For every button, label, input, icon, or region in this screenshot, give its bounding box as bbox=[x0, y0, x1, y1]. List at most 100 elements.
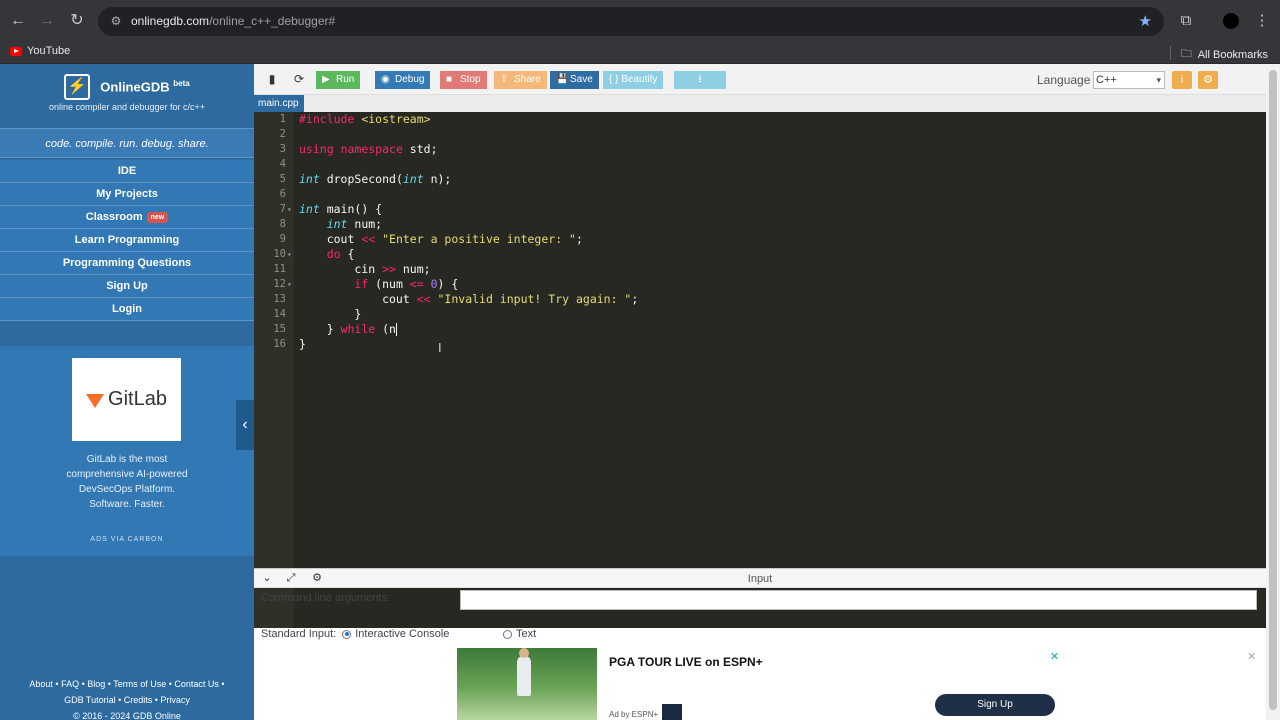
code-editor[interactable]: 1 #include <iostream> 2 3 using namespace … bbox=[254, 112, 1266, 628]
radio-interactive-label[interactable]: Interactive Console bbox=[355, 628, 449, 640]
language-select[interactable]: C++ ▾ bbox=[1093, 71, 1165, 89]
new-badge: new bbox=[146, 211, 169, 223]
share-button[interactable]: ⇪ Share bbox=[494, 71, 547, 89]
url-text: onlinegdb.com/online_c++_debugger# bbox=[131, 14, 336, 28]
stdin-options: Standard Input: Interactive Console bbox=[261, 628, 449, 640]
site-info-icon[interactable]: ⚙ bbox=[108, 13, 124, 29]
code-line: 1 #include <iostream> bbox=[279, 112, 431, 126]
info-icon[interactable]: i bbox=[1172, 71, 1192, 89]
download-icon: ⭳ bbox=[698, 74, 702, 85]
browser-toolbar: ← → ↻ ⚙ onlinegdb.com/online_c++_debugge… bbox=[0, 0, 1280, 42]
ad-dismiss-icon[interactable]: ✕ bbox=[1247, 650, 1256, 663]
beautify-button[interactable]: { } Beautify bbox=[603, 71, 664, 89]
new-file-icon[interactable]: ▮ bbox=[264, 71, 280, 87]
sidebar-item-learn-programming[interactable]: Learn Programming bbox=[0, 229, 254, 252]
all-bookmarks[interactable]: 🗀 All Bookmarks bbox=[1181, 45, 1268, 64]
forward-icon[interactable]: → bbox=[37, 11, 57, 31]
debug-icon: ◉ bbox=[381, 74, 390, 85]
ad-copy[interactable]: GitLab is the most comprehensive AI-powe… bbox=[60, 452, 194, 512]
play-icon: ▶ bbox=[322, 74, 330, 85]
sidebar-item-my-projects[interactable]: My Projects bbox=[0, 183, 254, 206]
ad-golfer-image[interactable] bbox=[457, 648, 597, 720]
panel-settings-gear-icon[interactable]: ⚙ bbox=[310, 571, 324, 585]
tagline: online compiler and debugger for c/c++ bbox=[48, 102, 206, 112]
sidebar-footer: About • FAQ • Blog • Terms of Use • Cont… bbox=[0, 676, 254, 720]
save-icon: 💾 bbox=[556, 74, 569, 85]
folder-icon: 🗀 bbox=[1180, 48, 1192, 60]
ad-sign-up-button[interactable]: Sign Up bbox=[935, 694, 1055, 716]
bookmarks-bar: YouTube 🗀 All Bookmarks bbox=[0, 42, 1280, 64]
sidebar-item-ide[interactable]: IDE bbox=[0, 160, 254, 183]
ad-headline[interactable]: PGA TOUR LIVE on ESPN+ bbox=[609, 655, 763, 669]
code-line: 12 ▾ if (num <= 0) { bbox=[273, 277, 459, 291]
golfer-figure bbox=[517, 648, 531, 696]
reload-icon[interactable]: ↻ bbox=[67, 11, 87, 31]
radio-text-label[interactable]: Text bbox=[516, 628, 536, 640]
radio-text[interactable] bbox=[503, 629, 512, 639]
extensions-icon[interactable]: ⧉ bbox=[1176, 11, 1196, 31]
run-button[interactable]: ▶ Run bbox=[316, 71, 361, 89]
language-label: Language bbox=[1037, 73, 1091, 87]
chevron-down-icon: ▾ bbox=[1156, 75, 1161, 85]
carbon-ad[interactable]: GitLab GitLab is the most comprehensive … bbox=[0, 346, 254, 556]
footer-links[interactable]: About • FAQ • Blog • Terms of Use • Cont… bbox=[0, 676, 254, 692]
fold-chevron-icon: ▾ bbox=[287, 205, 292, 214]
address-bar[interactable]: ⚙ onlinegdb.com/online_c++_debugger# ★ bbox=[98, 7, 1164, 36]
debug-button[interactable]: ◉ Debug bbox=[375, 71, 431, 89]
page-scrollbar[interactable] bbox=[1266, 64, 1280, 720]
youtube-icon bbox=[10, 46, 22, 56]
stop-button[interactable]: ■ Stop bbox=[440, 71, 487, 89]
sidebar-menu: IDE My Projects Classroom new Learn Progr… bbox=[0, 160, 254, 321]
code-line: 10 ▾ do { bbox=[273, 247, 355, 261]
code-line: 9 cout << "Enter a positive integer: "; bbox=[279, 232, 583, 246]
radio-interactive-console[interactable] bbox=[342, 629, 352, 639]
cmd-args-label: Command line arguments: bbox=[261, 592, 391, 604]
input-panel-title: Input bbox=[747, 573, 773, 585]
ads-via-carbon[interactable]: ADS VIA CARBON bbox=[0, 536, 254, 543]
fold-chevron-icon: ▾ bbox=[287, 280, 292, 289]
profile-avatar[interactable] bbox=[1223, 13, 1239, 29]
brand-name: OnlineGDB bbox=[100, 79, 170, 95]
sidebar-item-classroom[interactable]: Classroom new bbox=[0, 206, 254, 229]
expand-panel-icon[interactable]: ⤢ bbox=[284, 571, 298, 585]
page: ⚡ OnlineGDB beta online compiler and deb… bbox=[0, 64, 1280, 720]
code-line: 7 ▾ int main() { bbox=[279, 202, 383, 216]
code-line: 13 cout << "Invalid input! Try again: "; bbox=[273, 292, 639, 306]
file-tabs: main.cpp bbox=[254, 95, 1266, 112]
gitlab-logo[interactable]: GitLab bbox=[72, 358, 181, 441]
logo-area[interactable]: ⚡ OnlineGDB beta online compiler and deb… bbox=[0, 70, 254, 126]
text-option: Text bbox=[503, 628, 536, 640]
motto: code. compile. run. debug. share. bbox=[0, 128, 254, 158]
input-panel-bar: Input ⌄ ⤢ ⚙ bbox=[254, 568, 1266, 588]
download-button[interactable]: ⭳ bbox=[674, 71, 726, 89]
code-line: 16} bbox=[273, 337, 306, 351]
code-line: 3 using namespace std; bbox=[279, 142, 438, 156]
code-line: 11 cin >> num; bbox=[273, 262, 431, 276]
upload-icon[interactable]: ⟳ bbox=[291, 71, 307, 87]
copyright: © 2016 - 2024 GDB Online bbox=[73, 711, 181, 720]
collapse-panel-chevron-icon[interactable]: ⌄ bbox=[260, 571, 274, 585]
text-cursor bbox=[395, 323, 397, 336]
ad-close-icon[interactable]: ✕ bbox=[1050, 650, 1059, 663]
settings-gear-icon[interactable]: ⚙ bbox=[1198, 71, 1218, 89]
brand-beta: beta bbox=[173, 79, 190, 89]
espn-ad-banner[interactable]: PGA TOUR LIVE on ESPN+ Ad by ESPN+ Sign … bbox=[457, 648, 1060, 720]
ide-toolbar: ▮ ⟳ ▶ Run ◉ Debug ■ Stop ⇪ Share 💾 Save { } B… bbox=[254, 64, 1266, 95]
code-line: 2 bbox=[279, 128, 286, 140]
tab-main-cpp[interactable]: main.cpp bbox=[254, 95, 304, 112]
sidebar-item-login[interactable]: Login bbox=[0, 298, 254, 321]
sidebar-item-programming-questions[interactable]: Programming Questions bbox=[0, 252, 254, 275]
bolt-logo-icon: ⚡ bbox=[64, 74, 91, 100]
footer-links-2[interactable]: GDB Tutorial • Credits • Privacy bbox=[0, 692, 254, 708]
save-button[interactable]: 💾 Save bbox=[550, 71, 599, 89]
cmd-args-input[interactable] bbox=[460, 590, 1257, 610]
bookmark-star-icon[interactable]: ★ bbox=[1139, 12, 1152, 30]
sidebar-item-sign-up[interactable]: Sign Up bbox=[0, 275, 254, 298]
ibeam-cursor-icon: I bbox=[438, 340, 442, 355]
back-icon[interactable]: ← bbox=[8, 11, 28, 31]
menu-kebab-icon[interactable]: ⋮ bbox=[1252, 11, 1272, 31]
scrollbar-thumb[interactable] bbox=[1269, 70, 1277, 710]
espn-logo-icon bbox=[662, 704, 683, 720]
collapse-sidebar-chevron-icon[interactable]: ‹ bbox=[236, 400, 254, 450]
bookmark-youtube[interactable]: YouTube bbox=[10, 45, 70, 57]
